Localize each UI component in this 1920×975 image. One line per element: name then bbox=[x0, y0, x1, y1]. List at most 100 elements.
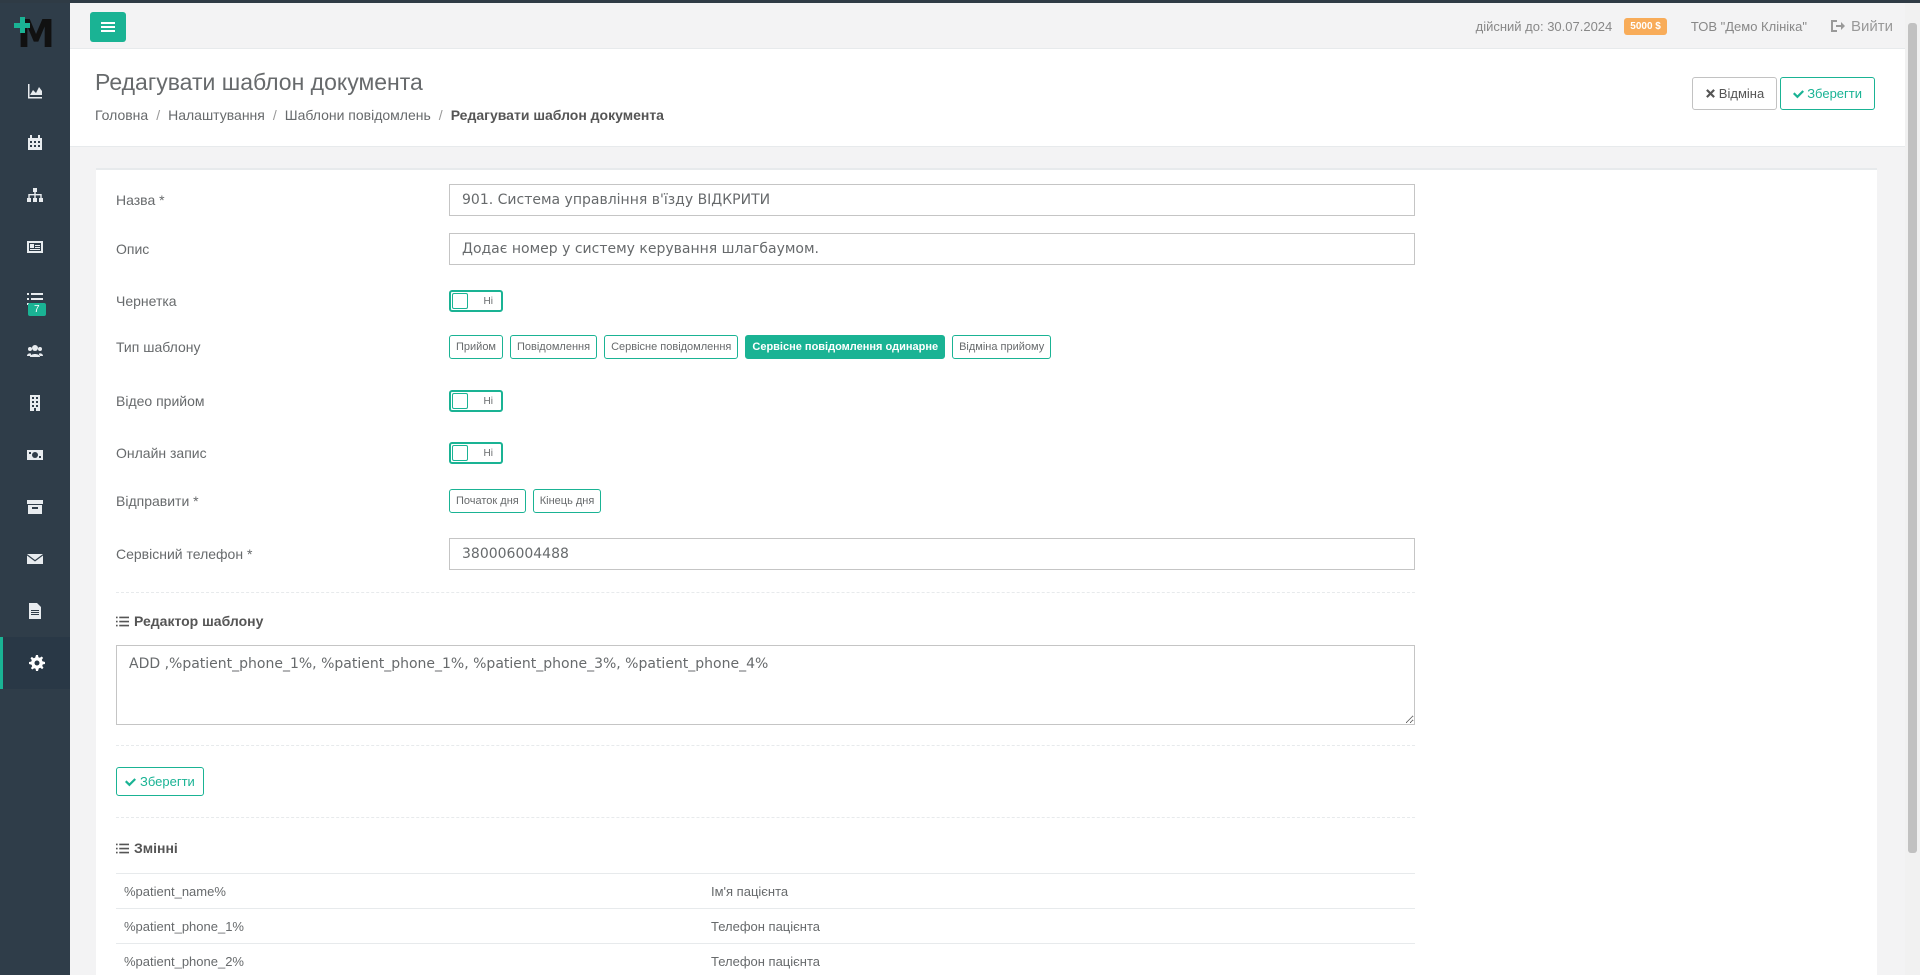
draft-label: Чернетка bbox=[116, 293, 177, 309]
online-label: Онлайн запис bbox=[116, 445, 207, 461]
template-type-option-service-message[interactable]: Сервісне повідомлення bbox=[604, 335, 739, 359]
page-heading: Редагувати шаблон документа Головна / На… bbox=[70, 49, 1905, 147]
sidebar-item-building[interactable] bbox=[0, 377, 70, 429]
breadcrumb-message-templates[interactable]: Шаблони повідомлень bbox=[285, 107, 431, 123]
template-type-row: Тип шаблону Прийом Повідомлення Сервісне… bbox=[116, 335, 1416, 359]
users-icon bbox=[27, 345, 43, 357]
template-type-label: Тип шаблону bbox=[116, 339, 201, 355]
variables-title: Змінні bbox=[134, 840, 178, 856]
form-panel: Назва * Опис Чернетка Ні Тип шаблону При… bbox=[96, 168, 1877, 975]
toggle-knob bbox=[452, 293, 468, 309]
template-type-option-appointment[interactable]: Прийом bbox=[449, 335, 503, 359]
sign-out-icon bbox=[1830, 20, 1845, 32]
breadcrumb-current: Редагувати шаблон документа bbox=[450, 107, 664, 123]
archive-icon bbox=[27, 500, 43, 514]
phone-label: Сервісний телефон * bbox=[116, 546, 253, 562]
app-logo[interactable]: M bbox=[0, 3, 70, 65]
medical-cross-icon bbox=[14, 17, 30, 33]
name-label: Назва * bbox=[116, 192, 165, 208]
video-toggle[interactable]: Ні bbox=[449, 390, 503, 412]
calendar-icon bbox=[28, 135, 42, 150]
send-options: Початок дня Кінець дня bbox=[449, 489, 602, 513]
table-row: %patient_phone_2% Телефон пацієнта bbox=[116, 943, 1415, 975]
table-row: %patient_phone_1% Телефон пацієнта bbox=[116, 908, 1415, 944]
variable-name: %patient_name% bbox=[116, 873, 703, 909]
check-icon bbox=[1793, 90, 1805, 99]
subscription-valid-until: дійсний до: 30.07.2024 bbox=[1475, 18, 1613, 34]
cancel-label: Відміна bbox=[1718, 86, 1765, 101]
online-toggle-text: Ні bbox=[483, 447, 493, 459]
close-icon bbox=[1705, 89, 1715, 98]
phone-row: Сервісний телефон * bbox=[116, 538, 1416, 570]
sidebar: M 7 bbox=[0, 3, 70, 975]
sidebar-item-messages[interactable] bbox=[0, 533, 70, 585]
variables-section-title: Змінні bbox=[116, 840, 178, 856]
divider bbox=[116, 817, 1415, 818]
sitemap-icon bbox=[27, 188, 43, 202]
save-label: Зберегти bbox=[1807, 86, 1862, 101]
sidebar-item-finance[interactable] bbox=[0, 429, 70, 481]
variables-table: %patient_name% Ім'я пацієнта %patient_ph… bbox=[116, 873, 1415, 975]
sidebar-item-calendar[interactable] bbox=[0, 117, 70, 169]
check-icon bbox=[125, 778, 136, 787]
draft-toggle-text: Ні bbox=[483, 295, 493, 307]
service-phone-input[interactable] bbox=[449, 538, 1415, 570]
envelope-icon bbox=[27, 554, 43, 564]
description-input[interactable] bbox=[449, 233, 1415, 265]
online-toggle[interactable]: Ні bbox=[449, 442, 503, 464]
balance-badge: 5000 $ bbox=[1624, 17, 1667, 35]
sidebar-item-structure[interactable] bbox=[0, 169, 70, 221]
description-row: Опис bbox=[116, 233, 1416, 265]
list-icon bbox=[116, 616, 129, 626]
editor-section-title: Редактор шаблону bbox=[116, 613, 263, 629]
scrollbar-thumb[interactable] bbox=[1908, 23, 1917, 853]
template-type-option-service-single[interactable]: Сервісне повідомлення одинарне bbox=[745, 335, 946, 359]
sidebar-item-archive[interactable] bbox=[0, 481, 70, 533]
building-icon bbox=[30, 395, 40, 411]
draft-row: Чернетка Ні bbox=[116, 290, 1416, 312]
save-button[interactable]: Зберегти bbox=[1780, 77, 1875, 110]
sidebar-item-lists[interactable]: 7 bbox=[0, 273, 70, 325]
save-template-label: Зберегти bbox=[140, 774, 195, 789]
template-type-option-message[interactable]: Повідомлення bbox=[510, 335, 598, 359]
breadcrumb-separator: / bbox=[272, 107, 277, 123]
page-scrollbar[interactable] bbox=[1905, 3, 1920, 975]
sidebar-item-users[interactable] bbox=[0, 325, 70, 377]
menu-toggle-button[interactable] bbox=[90, 12, 126, 42]
breadcrumb-home[interactable]: Головна bbox=[95, 107, 148, 123]
variable-description: Телефон пацієнта bbox=[703, 908, 1415, 944]
online-row: Онлайн запис Ні bbox=[116, 442, 1416, 464]
notification-badge: 7 bbox=[28, 303, 46, 316]
hamburger-icon bbox=[101, 22, 115, 32]
variable-description: Телефон пацієнта bbox=[703, 943, 1415, 975]
variable-name: %patient_phone_2% bbox=[116, 943, 703, 975]
send-label: Відправити * bbox=[116, 493, 199, 509]
toggle-knob bbox=[452, 445, 468, 461]
name-input[interactable] bbox=[449, 184, 1415, 216]
template-type-option-cancel-appointment[interactable]: Відміна прийому bbox=[952, 335, 1052, 359]
breadcrumb-separator: / bbox=[438, 107, 443, 123]
sidebar-item-documents[interactable] bbox=[0, 585, 70, 637]
id-card-icon bbox=[27, 241, 43, 253]
variable-description: Ім'я пацієнта bbox=[703, 873, 1415, 909]
template-editor[interactable]: ADD ,%patient_phone_1%, %patient_phone_1… bbox=[116, 645, 1415, 725]
cancel-button[interactable]: Відміна bbox=[1691, 77, 1778, 110]
list-icon bbox=[116, 843, 129, 853]
money-icon bbox=[27, 450, 43, 460]
editor-title: Редактор шаблону bbox=[134, 613, 264, 629]
sidebar-item-cards[interactable] bbox=[0, 221, 70, 273]
chart-area-icon bbox=[28, 84, 42, 99]
draft-toggle[interactable]: Ні bbox=[449, 290, 503, 312]
video-toggle-text: Ні bbox=[483, 395, 493, 407]
toggle-knob bbox=[452, 393, 468, 409]
sidebar-item-statistics[interactable] bbox=[0, 65, 70, 117]
save-template-button[interactable]: Зберегти bbox=[116, 767, 204, 796]
send-option-day-end[interactable]: Кінець дня bbox=[532, 489, 602, 513]
top-navbar: дійсний до: 30.07.2024 5000 $ ТОВ "Демо … bbox=[70, 3, 1905, 49]
logout-link[interactable]: Вийти bbox=[1830, 18, 1893, 35]
sidebar-item-settings[interactable] bbox=[0, 637, 70, 689]
company-name[interactable]: ТОВ "Демо Клініка" bbox=[1691, 19, 1807, 34]
name-row: Назва * bbox=[116, 184, 1416, 216]
breadcrumb-settings[interactable]: Налаштування bbox=[168, 107, 265, 123]
send-option-day-start[interactable]: Початок дня bbox=[449, 489, 526, 513]
